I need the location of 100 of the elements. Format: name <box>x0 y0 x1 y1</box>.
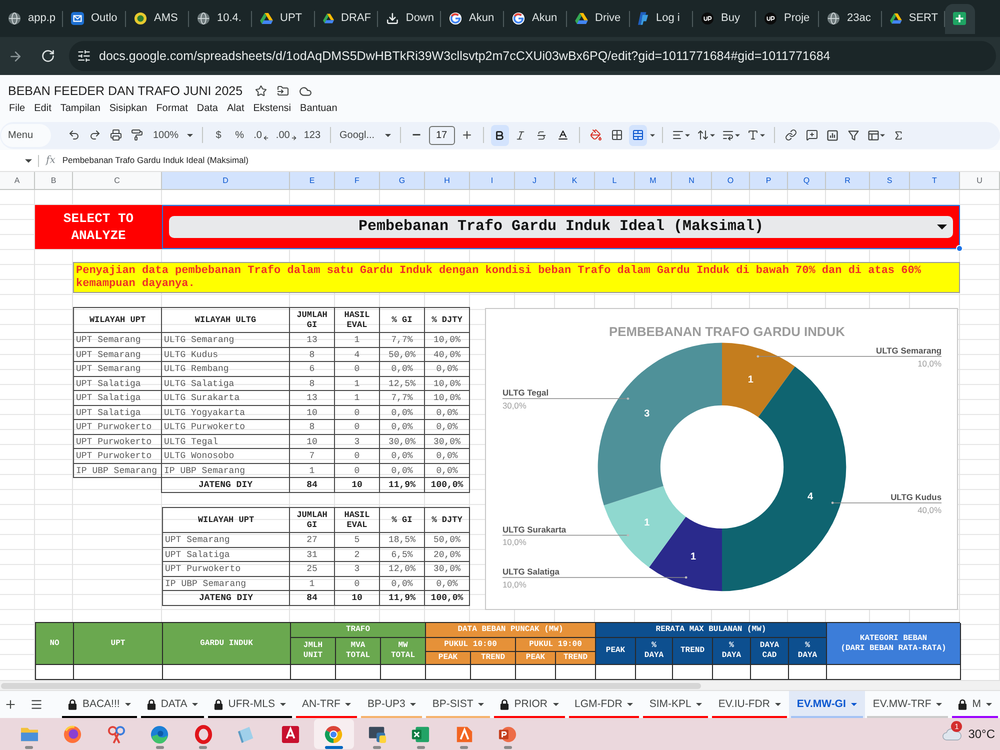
browser-tab[interactable]: 23ac <box>819 4 881 34</box>
swirl-icon <box>150 724 169 744</box>
sheet-tab[interactable]: UFR-MLS <box>206 691 294 718</box>
browser-tab[interactable]: Akun <box>504 4 566 34</box>
column-header[interactable]: S <box>870 172 910 189</box>
currency-button[interactable]: $ <box>210 124 228 146</box>
table-cell: 0,0% <box>425 406 470 420</box>
browser-tab[interactable]: Down <box>378 4 440 34</box>
forward-icon[interactable] <box>8 48 23 64</box>
browser-tab[interactable]: Outlo <box>63 4 125 34</box>
bold-button[interactable] <box>490 124 509 146</box>
sheet-tab[interactable]: EV.MW-TRF <box>864 691 950 718</box>
menu-search[interactable]: Menu <box>1 124 51 146</box>
column-header[interactable]: T <box>910 172 960 189</box>
column-header[interactable]: G <box>380 172 425 189</box>
sheet-tab[interactable]: EV.IU-FDR <box>710 691 789 718</box>
browser-tab[interactable]: Log i <box>630 4 692 34</box>
star-icon[interactable] <box>254 85 267 97</box>
percent-button[interactable]: % <box>230 124 249 146</box>
decrease-decimals-button[interactable]: .0 <box>252 124 271 146</box>
column-header[interactable]: N <box>672 172 712 189</box>
sheet-tab[interactable]: EV.MW-GI <box>788 691 865 718</box>
column-header[interactable]: M <box>635 172 672 189</box>
column-header[interactable]: B <box>35 172 73 189</box>
slice-label: ULTG Semarang <box>876 345 942 356</box>
folder-icon[interactable] <box>276 85 289 97</box>
number-format-button[interactable]: 123 <box>302 124 323 146</box>
browser-tab[interactable]: AMS <box>126 4 188 34</box>
font-select[interactable]: Googl... <box>338 124 393 146</box>
document-title[interactable]: BEBAN FEEDER DAN TRAFO JUNI 2025 <box>8 82 243 100</box>
site-settings-icon[interactable] <box>77 49 91 63</box>
menu-item[interactable]: File <box>9 102 26 116</box>
horizontal-scrollbar[interactable] <box>0 680 1000 690</box>
menu-item[interactable]: Sisipkan <box>109 102 148 116</box>
browser-tab[interactable] <box>945 4 975 34</box>
column-header[interactable]: Q <box>788 172 826 189</box>
menu-item[interactable]: Data <box>196 102 218 116</box>
total-cell: 11,9% <box>380 591 425 606</box>
table-header: PEAK <box>426 652 471 665</box>
column-header[interactable]: R <box>826 172 870 189</box>
column-header[interactable]: K <box>555 172 595 189</box>
sheet-tab[interactable]: BP-UP3 <box>359 691 424 718</box>
column-header[interactable]: A <box>0 172 35 189</box>
menu-item[interactable]: Edit <box>34 102 52 116</box>
browser-tab[interactable]: Proje <box>756 4 818 34</box>
table-header: TREND <box>673 638 713 665</box>
column-header[interactable]: O <box>712 172 750 189</box>
reload-icon[interactable] <box>41 49 55 63</box>
arrow-right-icon <box>290 135 297 141</box>
column-header[interactable]: J <box>515 172 555 189</box>
up-down-icon <box>696 129 709 141</box>
column-header[interactable]: F <box>335 172 380 189</box>
address-field[interactable]: docs.google.com/spreadsheets/d/1odAqDMS5DwHBTkRi39W3cllsvtp2m7cCXUi03wBx6PQ/edit?gid=1011771684#gid=1011771684 <box>69 41 996 71</box>
sheet-tab[interactable]: SIM-KPL <box>641 691 710 718</box>
taskbar-app[interactable] <box>314 719 354 749</box>
column-header[interactable]: H <box>425 172 470 189</box>
sheet-tab[interactable]: PRIOR <box>492 691 566 718</box>
selection-handle[interactable] <box>956 245 963 252</box>
sheet-tab[interactable]: DATA <box>138 691 206 718</box>
formula-text[interactable]: Pembebanan Trafo Gardu Induk Ideal (Maksimal) <box>62 154 248 167</box>
sheet-tab[interactable]: M <box>950 691 1000 718</box>
slice-label: ULTG Kudus <box>890 492 942 502</box>
running-indicator <box>324 746 342 749</box>
browser-tab[interactable]: app.p <box>0 4 62 34</box>
temperature-text[interactable]: 30°C <box>968 725 995 743</box>
column-header[interactable]: I <box>470 172 515 189</box>
column-header[interactable]: U <box>960 172 1000 189</box>
menu-item[interactable]: Tampilan <box>60 102 100 116</box>
menu-item[interactable]: Ekstensi <box>253 102 292 116</box>
browser-tab[interactable]: Akun <box>441 4 503 34</box>
table-cell <box>751 665 789 680</box>
block-icon <box>237 724 256 744</box>
font-size-field[interactable]: 17 <box>428 126 455 144</box>
cloud-icon[interactable] <box>298 84 312 98</box>
sheet-tab[interactable]: BACA!!! <box>60 691 139 718</box>
paint-bucket-icon <box>590 129 602 141</box>
column-header[interactable]: P <box>750 172 788 189</box>
table-header: % DJTY <box>425 307 470 333</box>
ring-icon <box>449 12 462 25</box>
merge-button[interactable] <box>628 124 647 146</box>
browser-tab[interactable]: Drive <box>567 4 629 34</box>
browser-tab[interactable]: 10.4. <box>189 4 251 34</box>
table-header: TREND <box>556 652 596 665</box>
menu-item[interactable]: Format <box>156 102 188 116</box>
sheet-tab[interactable]: AN-TRF <box>294 691 360 718</box>
column-header[interactable]: L <box>595 172 635 189</box>
browser-tab[interactable]: UPT <box>252 4 314 34</box>
sheet-tab[interactable]: LGM-FDR <box>566 691 642 718</box>
increase-decimals-button[interactable]: .00 <box>274 124 299 146</box>
menu-item[interactable]: Alat <box>227 102 244 116</box>
sheet-tab[interactable]: BP-SIST <box>424 691 492 718</box>
browser-tab[interactable]: Buy <box>693 4 755 34</box>
menu-item[interactable]: Bantuan <box>300 102 338 116</box>
table-header: NO <box>36 623 74 665</box>
browser-tab[interactable]: SERT <box>882 4 944 34</box>
analysis-dropdown[interactable]: Pembebanan Trafo Gardu Induk Ideal (Maksimal) <box>169 216 953 238</box>
zoom-select[interactable]: 100% <box>151 124 195 146</box>
column-header[interactable]: D <box>162 172 290 189</box>
column-header[interactable]: E <box>290 172 335 189</box>
browser-tab[interactable]: DRAF <box>315 4 377 34</box>
